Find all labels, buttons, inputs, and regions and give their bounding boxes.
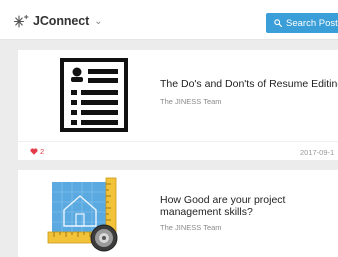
- chevron-down-icon: ⌄: [94, 15, 103, 27]
- search-posts-button[interactable]: Search Posts: [266, 13, 338, 33]
- like-button[interactable]: 2: [30, 147, 44, 156]
- post-card[interactable]: How Good are your project management ski…: [18, 170, 338, 257]
- resume-document-icon: [60, 58, 128, 132]
- post-date: 2017-09-1: [300, 148, 335, 157]
- post-author: The JINESS Team: [160, 97, 222, 106]
- top-header: JConnect ⌄ Search Posts: [0, 0, 338, 40]
- blueprint-ruler-icon: [47, 177, 118, 252]
- search-icon: [274, 19, 282, 27]
- app-root: JConnect ⌄ Search Posts The Do's and Don…: [0, 0, 338, 257]
- search-posts-label: Search Posts: [286, 17, 338, 29]
- post-title[interactable]: The Do's and Don'ts of Resume Editing: [160, 78, 338, 90]
- brand-name: JConnect: [33, 14, 90, 28]
- brand-logo-icon: [14, 14, 29, 28]
- post-card-footer: 2 2017-09-1: [18, 141, 338, 160]
- heart-icon: [30, 148, 38, 155]
- post-title[interactable]: How Good are your project management ski…: [160, 194, 310, 218]
- like-count: 2: [40, 147, 45, 156]
- brand-menu[interactable]: JConnect ⌄: [14, 13, 103, 29]
- post-author: The JINESS Team: [160, 223, 222, 232]
